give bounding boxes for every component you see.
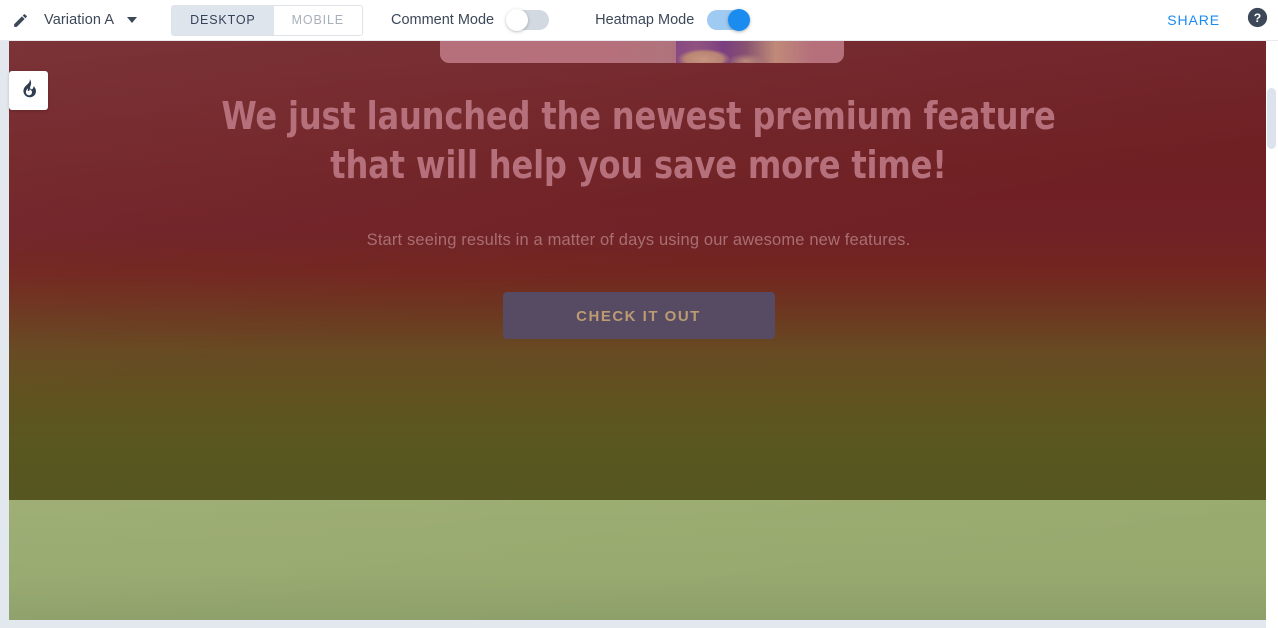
comment-mode-group: Comment Mode: [390, 9, 550, 31]
hero-section-heatmap: We just launched the newest premium feat…: [9, 41, 1268, 500]
variation-selector[interactable]: Variation A: [44, 5, 138, 35]
edit-variation-button[interactable]: [5, 5, 35, 35]
vertical-scrollbar-thumb[interactable]: [1267, 88, 1276, 149]
flame-icon: [19, 78, 38, 104]
page-subtitle: Start seeing results in a matter of days…: [366, 231, 911, 249]
pencil-icon: [12, 12, 29, 29]
comment-mode-toggle[interactable]: [506, 9, 550, 31]
cta-wrapper: CHECK IT OUT: [9, 252, 1268, 339]
chevron-down-icon: [127, 17, 138, 23]
page-preview-frame: We just launched the newest premium feat…: [9, 41, 1268, 620]
heatmap-mode-group: Heatmap Mode: [595, 9, 751, 31]
svg-text:?: ?: [1253, 11, 1260, 25]
help-circle-icon: ?: [1247, 7, 1268, 33]
help-button[interactable]: ?: [1242, 5, 1272, 35]
heatmap-mode-toggle[interactable]: [707, 9, 751, 31]
page-title: We just launched the newest premium feat…: [47, 41, 1230, 190]
hero-content: We just launched the newest premium feat…: [9, 41, 1268, 339]
heatmap-mode-toggle-knob: [728, 9, 751, 31]
lower-section-heatmap: [9, 500, 1268, 620]
comment-mode-toggle-knob: [506, 9, 529, 31]
top-toolbar: Variation A DESKTOP MOBILE Comment Mode …: [0, 0, 1278, 41]
variation-label: Variation A: [44, 12, 115, 28]
vertical-scrollbar-track[interactable]: [1266, 41, 1278, 628]
heatmap-mode-label: Heatmap Mode: [595, 12, 695, 28]
comment-mode-label: Comment Mode: [390, 12, 495, 28]
device-toggle-group: DESKTOP MOBILE: [171, 4, 363, 36]
preview-canvas: We just launched the newest premium feat…: [0, 41, 1278, 628]
tab-mobile[interactable]: MOBILE: [273, 5, 362, 35]
headline-line-2: that will help you save more time!: [330, 143, 947, 187]
headline-line-1: We just launched the newest premium feat…: [221, 94, 1056, 138]
check-it-out-button[interactable]: CHECK IT OUT: [502, 292, 775, 339]
tab-desktop[interactable]: DESKTOP: [172, 5, 274, 35]
share-button[interactable]: SHARE: [1163, 6, 1224, 34]
lower-diagonal-sheen: [9, 500, 1268, 620]
heatmap-panel-toggle[interactable]: [9, 71, 48, 110]
